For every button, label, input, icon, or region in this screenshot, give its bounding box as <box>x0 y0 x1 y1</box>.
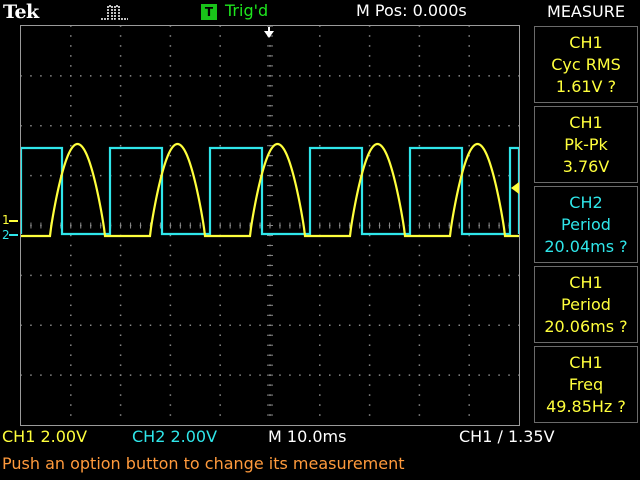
brand-logo: Tek <box>3 1 39 23</box>
measurement-type: Period <box>561 295 611 314</box>
trigger-readout: CH1 ∕ 1.35V <box>459 427 555 446</box>
acquisition-icon <box>101 5 128 20</box>
measurement-source: CH1 <box>569 113 603 132</box>
measurement-value: 49.85Hz ? <box>546 397 626 416</box>
measurement-type: Freq <box>568 375 604 394</box>
measurement-value: 1.61V ? <box>555 77 617 96</box>
measurement-source: CH1 <box>569 33 603 52</box>
status-message: Push an option button to change its meas… <box>2 454 405 473</box>
measurement-type: Period <box>561 215 611 234</box>
ch2-trace <box>21 146 519 236</box>
ch1-ground-marker: 1 <box>2 213 10 227</box>
measurement-source: CH1 <box>569 273 603 292</box>
ch2-scale: CH2 2.00V <box>132 427 218 446</box>
trigger-position-icon <box>264 27 274 38</box>
measurement-type: Cyc RMS <box>551 55 621 74</box>
measure-title: MEASURE <box>547 2 625 21</box>
horizontal-position: M Pos: 0.000s <box>356 1 467 20</box>
timebase: M 10.0ms <box>268 427 347 446</box>
measurement-5[interactable]: CH1 Freq 49.85Hz ? <box>534 346 638 423</box>
measurement-1[interactable]: CH1 Cyc RMS 1.61V ? <box>534 26 638 103</box>
measurement-3[interactable]: CH2 Period 20.04ms ? <box>534 186 638 263</box>
ch1-scale: CH1 2.00V <box>2 427 88 446</box>
measurement-value: 20.06ms ? <box>544 317 628 336</box>
measurement-2[interactable]: CH1 Pk-Pk 3.76V <box>534 106 638 183</box>
trigger-level-icon <box>511 182 519 194</box>
measure-panel: MEASURE CH1 Cyc RMS 1.61V ? CH1 Pk-Pk 3.… <box>532 0 640 426</box>
measurement-type: Pk-Pk <box>564 135 608 154</box>
ch2-ground-marker: 2 <box>2 228 10 240</box>
measurement-value: 20.04ms ? <box>544 237 628 256</box>
waveform-display <box>20 25 520 426</box>
channel-markers: 1 2 <box>2 213 18 240</box>
graticule <box>21 26 519 416</box>
channel-readout-bar: CH1 2.00V CH2 2.00V M 10.0ms CH1 ∕ 1.35V <box>0 426 640 450</box>
measurement-source: CH2 <box>569 193 603 212</box>
measurement-4[interactable]: CH1 Period 20.06ms ? <box>534 266 638 343</box>
measurement-source: CH1 <box>569 353 603 372</box>
trigger-icon: T <box>201 4 217 20</box>
measurement-value: 3.76V <box>562 157 610 176</box>
trigger-status: Trig'd <box>225 1 269 20</box>
ch1-trace <box>21 142 519 238</box>
